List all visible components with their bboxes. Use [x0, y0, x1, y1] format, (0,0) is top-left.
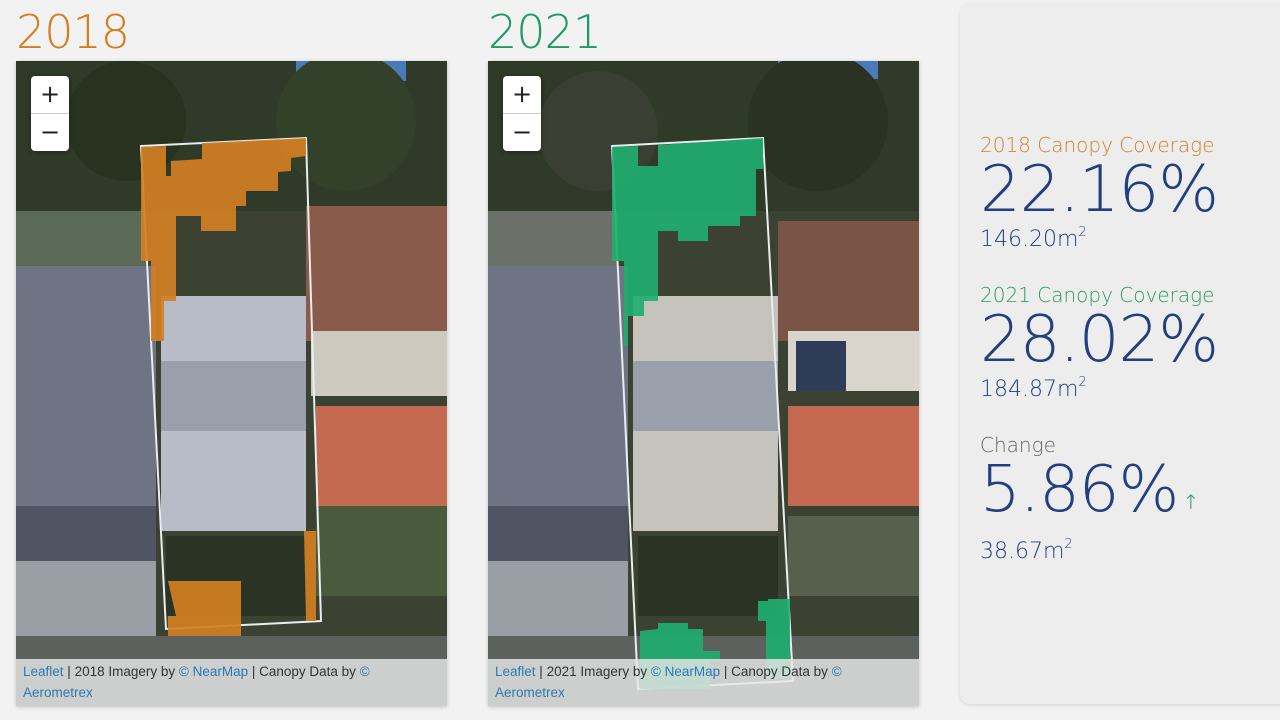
zoom-control: + −	[31, 76, 69, 151]
stat-2021-coverage: 2021 Canopy Coverage 28.02% 184.87m2	[980, 282, 1219, 402]
attribution-separator: |	[535, 664, 547, 679]
stat-percent: 22.16%	[980, 153, 1219, 227]
map-2018[interactable]: + − Leaflet | 2018 Imagery by © NearMap …	[16, 61, 447, 706]
map-2021[interactable]: + − Leaflet | 2021 Imagery by © NearMap …	[488, 61, 919, 706]
attribution-separator: |	[63, 664, 75, 679]
year-title-2018: 2018	[16, 5, 130, 59]
zoom-in-button[interactable]: +	[31, 76, 69, 113]
leaflet-link[interactable]: Leaflet	[23, 664, 64, 679]
canopy-credit-text: | Canopy Data by	[720, 664, 832, 679]
stat-percent: 5.86%	[980, 453, 1179, 527]
nearmap-link[interactable]: © NearMap	[179, 664, 248, 679]
stat-2018-coverage: 2018 Canopy Coverage 22.16% 146.20m2	[980, 132, 1219, 252]
stat-percent: 28.02%	[980, 303, 1219, 377]
canopy-credit-text: | Canopy Data by	[248, 664, 360, 679]
stat-area-unit-sup: 2	[1078, 375, 1087, 390]
map-attribution: Leaflet | 2018 Imagery by © NearMap | Ca…	[16, 659, 447, 706]
aerial-imagery	[16, 61, 447, 706]
stat-area-unit-sup: 2	[1078, 225, 1087, 240]
stat-change: Change 5.86% ↑ 38.67m2	[980, 432, 1199, 563]
nearmap-link[interactable]: © NearMap	[651, 664, 720, 679]
zoom-out-button[interactable]: −	[503, 113, 541, 151]
imagery-credit-text: 2018 Imagery by	[74, 664, 179, 679]
stat-area-value: 184.87m	[980, 377, 1079, 402]
zoom-control: + −	[503, 76, 541, 151]
leaflet-link[interactable]: Leaflet	[495, 664, 536, 679]
map-attribution: Leaflet | 2021 Imagery by © NearMap | Ca…	[488, 659, 919, 706]
stat-area-value: 146.20m	[980, 227, 1079, 252]
arrow-up-icon: ↑	[1182, 490, 1200, 514]
stat-area: 38.67m2	[980, 534, 1199, 563]
stat-area-value: 38.67m	[980, 539, 1065, 564]
year-title-2021: 2021	[488, 5, 602, 59]
aerial-imagery	[488, 61, 919, 706]
zoom-in-button[interactable]: +	[503, 76, 541, 113]
imagery-credit-text: 2021 Imagery by	[546, 664, 651, 679]
stats-panel: 2018 Canopy Coverage 22.16% 146.20m2 202…	[960, 4, 1280, 704]
stat-area-unit-sup: 2	[1064, 537, 1073, 552]
zoom-out-button[interactable]: −	[31, 113, 69, 151]
stat-percent-row: 5.86% ↑	[980, 458, 1199, 534]
